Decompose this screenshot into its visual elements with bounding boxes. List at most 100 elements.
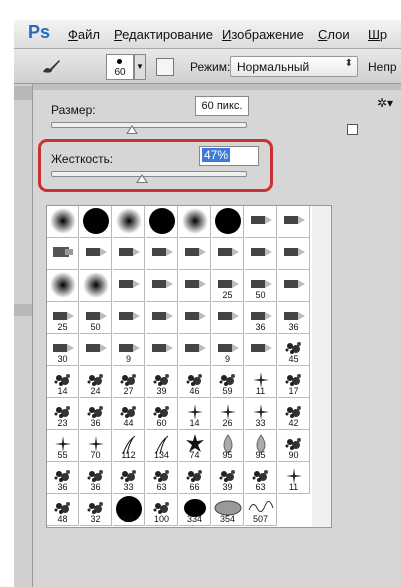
brush-preset[interactable]	[245, 206, 277, 238]
brush-preset[interactable]: 42	[278, 398, 310, 430]
brush-preset[interactable]: 507	[245, 494, 277, 526]
brush-preset[interactable]	[179, 270, 211, 302]
menu-layers[interactable]: Слои	[318, 27, 350, 42]
brush-preset-size: 36	[255, 322, 266, 332]
brush-preset[interactable]: 70	[80, 430, 112, 462]
brush-preset[interactable]: 50	[80, 302, 112, 334]
brush-preset[interactable]: 14	[179, 398, 211, 430]
brush-preset[interactable]: 17	[278, 366, 310, 398]
brush-preset[interactable]	[179, 334, 211, 366]
brush-preset[interactable]: 63	[146, 462, 178, 494]
brush-preset[interactable]: 25	[47, 302, 79, 334]
menu-type[interactable]: Шр	[368, 27, 387, 42]
brush-preset[interactable]: 66	[179, 462, 211, 494]
brush-preset[interactable]	[278, 238, 310, 270]
brush-preset[interactable]: 60	[146, 398, 178, 430]
brush-preset[interactable]: 26	[212, 398, 244, 430]
brush-preset[interactable]	[179, 238, 211, 270]
brush-preset[interactable]: 9	[113, 334, 145, 366]
brush-preset[interactable]	[179, 206, 211, 238]
brush-preset[interactable]: 55	[47, 430, 79, 462]
brush-preset[interactable]: 46	[179, 366, 211, 398]
brush-preset[interactable]	[80, 334, 112, 366]
brush-preset[interactable]	[146, 270, 178, 302]
brush-preset[interactable]	[212, 206, 244, 238]
brush-preset[interactable]	[113, 238, 145, 270]
menu-edit[interactable]: Редактирование	[114, 27, 213, 42]
brush-preset[interactable]: 44	[113, 398, 145, 430]
brush-preset[interactable]	[47, 206, 79, 238]
brush-preset[interactable]	[47, 238, 79, 270]
brush-preset[interactable]	[245, 238, 277, 270]
brush-preset[interactable]	[146, 206, 178, 238]
brush-preset[interactable]	[146, 238, 178, 270]
brush-preset[interactable]: 354	[212, 494, 244, 526]
brush-preset[interactable]	[146, 334, 178, 366]
brush-preset[interactable]: 27	[113, 366, 145, 398]
brush-preset[interactable]: 63	[245, 462, 277, 494]
brush-preset[interactable]	[278, 206, 310, 238]
brush-preset[interactable]: 50	[245, 270, 277, 302]
brush-preset[interactable]: 24	[80, 366, 112, 398]
size-input[interactable]: 60 пикс.	[195, 96, 249, 116]
new-preset-icon[interactable]	[347, 124, 358, 135]
brush-preset[interactable]	[146, 302, 178, 334]
brush-preset[interactable]: 59	[212, 366, 244, 398]
brush-preset[interactable]: 36	[245, 302, 277, 334]
brush-preset[interactable]	[179, 302, 211, 334]
brush-preset[interactable]: 36	[278, 302, 310, 334]
mode-label: Режим:	[190, 60, 231, 74]
brush-preset[interactable]: 95	[245, 430, 277, 462]
brush-preset[interactable]: 95	[212, 430, 244, 462]
brush-preset[interactable]	[212, 302, 244, 334]
brush-size-preview[interactable]: 60	[106, 54, 134, 80]
mode-select[interactable]: Нормальный ⬍	[230, 56, 358, 77]
brush-preset[interactable]: 32	[80, 494, 112, 526]
menu-file[interactable]: Файл	[68, 27, 100, 42]
brush-preset[interactable]: 90	[278, 430, 310, 462]
brush-preset[interactable]	[212, 238, 244, 270]
brush-preset[interactable]	[278, 270, 310, 302]
collapse-tab[interactable]	[14, 86, 32, 100]
brush-preset[interactable]	[113, 270, 145, 302]
brush-preset[interactable]: 36	[47, 462, 79, 494]
menu-image[interactable]: Изображение	[222, 27, 304, 42]
panel-tab[interactable]	[14, 304, 32, 316]
brush-preset[interactable]: 25	[212, 270, 244, 302]
brush-picker-arrow-icon[interactable]: ▼	[134, 54, 146, 80]
brush-preset[interactable]: 9	[212, 334, 244, 366]
brush-preset[interactable]: 23	[47, 398, 79, 430]
size-slider[interactable]	[51, 122, 247, 128]
brush-preset[interactable]: 36	[80, 462, 112, 494]
brush-preset[interactable]: 33	[245, 398, 277, 430]
gear-icon[interactable]: ✲▾	[377, 96, 393, 110]
brush-preset[interactable]: 112	[113, 430, 145, 462]
brush-preset[interactable]: 55	[113, 494, 145, 526]
brush-preset[interactable]: 36	[80, 398, 112, 430]
brush-preset[interactable]: 30	[47, 334, 79, 366]
brush-preset[interactable]	[80, 206, 112, 238]
brush-preset-size: 95	[255, 450, 266, 460]
brush-preset[interactable]	[245, 334, 277, 366]
brush-preset[interactable]	[80, 270, 112, 302]
brush-panel-toggle-icon[interactable]	[156, 58, 174, 76]
brush-preset[interactable]: 11	[278, 462, 310, 494]
brush-preset[interactable]: 45	[278, 334, 310, 366]
brush-preset[interactable]: 11	[245, 366, 277, 398]
brush-preset[interactable]: 74	[179, 430, 211, 462]
brush-preset[interactable]: 48	[47, 494, 79, 526]
brush-preset[interactable]	[113, 302, 145, 334]
brush-preset[interactable]: 39	[212, 462, 244, 494]
brush-preset[interactable]	[113, 206, 145, 238]
brush-preset[interactable]	[80, 238, 112, 270]
brush-preset[interactable]: 39	[146, 366, 178, 398]
brush-preset[interactable]	[47, 270, 79, 302]
brush-preset[interactable]: 14	[47, 366, 79, 398]
presets-scrollbar[interactable]	[312, 205, 332, 528]
brush-preset[interactable]: 134	[146, 430, 178, 462]
brush-preset[interactable]: 33	[113, 462, 145, 494]
size-slider-thumb[interactable]	[126, 125, 139, 134]
brush-preset[interactable]: 334	[179, 494, 211, 526]
brush-tool-icon[interactable]	[40, 57, 62, 75]
brush-preset[interactable]: 100	[146, 494, 178, 526]
